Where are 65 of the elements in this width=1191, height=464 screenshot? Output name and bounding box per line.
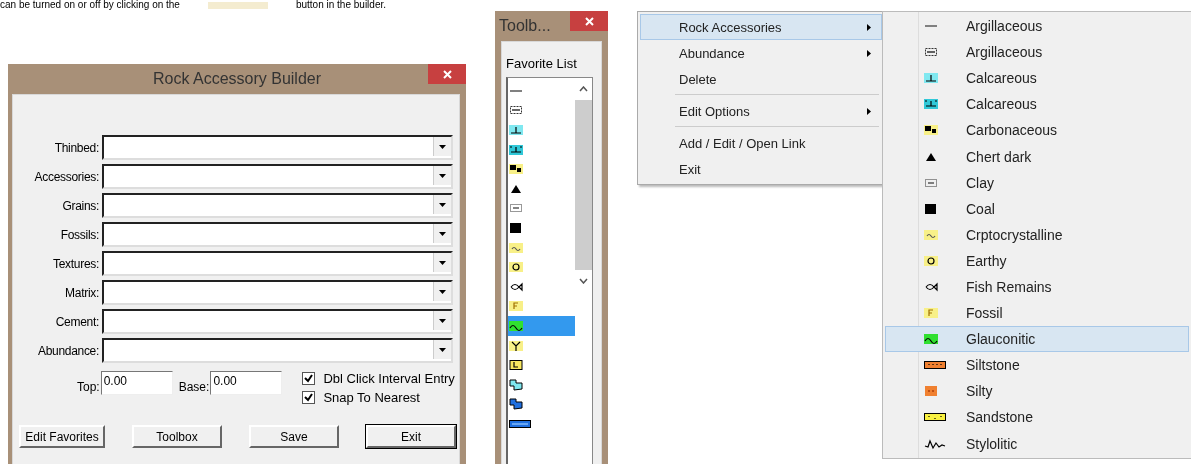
window-title: Toolb... [498,17,551,35]
menu-item[interactable]: Argillaceous [885,39,1189,66]
field-label: Cement: [54,314,100,329]
checkbox[interactable] [302,372,316,385]
top-field[interactable]: 0.00 [100,371,173,395]
scroll-down-icon[interactable] [579,278,588,284]
checkbox-label: Dbl Click Interval Entry [323,371,455,386]
field-label: Abundance: [36,343,100,358]
dialog-button[interactable]: Save [249,425,339,448]
menu-item[interactable]: Silty [885,378,1189,405]
close-button[interactable] [570,11,608,31]
menu-item[interactable]: Siltstone [885,352,1189,379]
menu-item[interactable]: Stylolitic [885,430,1189,457]
dropdown-field[interactable] [102,222,453,247]
menu-item[interactable]: Chert dark [885,143,1189,170]
window-title: Rock Accessory Builder [152,70,322,88]
dialog-button[interactable]: Exit [366,425,456,448]
menu-item[interactable]: Fossil [885,300,1189,327]
menu-item[interactable]: Earthy [885,247,1189,274]
submenu-arrow-icon [867,23,871,31]
field-label: Top: [77,380,101,394]
dropdown-field[interactable] [102,251,453,276]
menu-item[interactable]: Exit [640,156,882,182]
menu-item[interactable]: Delete [640,66,882,92]
dropdown-field[interactable] [102,164,453,189]
scrollbar-thumb[interactable] [575,100,592,270]
checkbox[interactable] [302,391,316,404]
scroll-up-icon[interactable] [579,86,588,92]
caption-text: button in the builder. [295,0,386,10]
menu-item[interactable]: Calcareous [885,65,1189,92]
dropdown-field[interactable] [102,135,453,160]
menu-item[interactable]: Sandstone [885,404,1189,431]
menu-item[interactable]: Glauconitic [885,326,1189,353]
field-label: Textures: [52,256,100,271]
menu-item[interactable]: Rock Accessories [640,14,882,40]
menu-item[interactable]: Carbonaceous [885,117,1189,144]
caption-text: can be turned on or off by clicking on the [0,0,180,10]
menu-item[interactable]: Coal [885,195,1189,222]
close-icon [442,69,452,79]
base-field[interactable]: 0.00 [210,371,283,395]
submenu-arrow-icon [867,49,871,57]
dropdown-field[interactable] [102,280,453,305]
menu-item[interactable]: Clay [885,169,1189,196]
field-label: Thinbed: [53,140,100,155]
menu-item[interactable]: Abundance [640,40,882,66]
checkbox-label: Snap To Nearest [323,390,420,405]
dialog-button[interactable]: Toolbox [132,425,222,448]
field-label: Base: [178,380,211,394]
field-label: Matrix: [64,285,100,300]
close-button[interactable] [428,64,466,84]
menu-item[interactable]: Argillaceous [885,13,1189,40]
field-label: Accessories: [33,169,100,184]
list-heading: Favorite List [505,55,578,73]
close-icon [584,16,594,26]
dropdown-field[interactable] [102,338,453,363]
dialog-button[interactable]: Edit Favorites [19,425,105,448]
menu-item[interactable]: Fish Remains [885,273,1189,301]
submenu-arrow-icon [867,107,871,115]
menu-item[interactable]: Crptocrystalline [885,221,1189,248]
button-thumbnail [207,1,268,9]
dropdown-field[interactable] [102,309,453,334]
field-label: Grains: [61,198,100,213]
menu-item[interactable]: Calcareous [885,91,1189,118]
field-label: Fossils: [59,227,100,242]
dropdown-field[interactable] [102,193,453,218]
